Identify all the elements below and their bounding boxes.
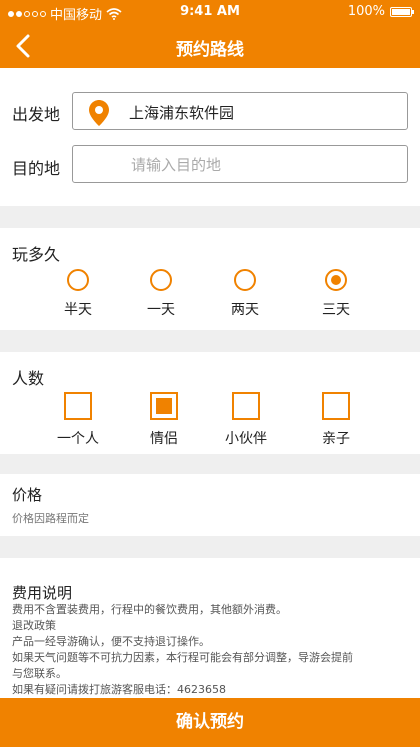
people-option-friends[interactable]: 小伙伴 [216,392,276,448]
checkbox-checked[interactable] [150,392,178,420]
people-section: 人数 一个人 情侣 小伙伴 亲子 [0,352,420,454]
people-option-label: 一个人 [57,431,99,447]
people-option-family[interactable]: 亲子 [306,392,366,448]
duration-option-two-days[interactable]: 两天 [215,269,275,319]
fee-description: 费用不含置装费用，行程中的餐饮费用，其他额外消费。 退改政策 产品一经导游确认，… [12,602,412,698]
radio-button[interactable] [150,269,172,291]
duration-option-label: 两天 [231,302,259,318]
duration-option-label: 一天 [147,302,175,318]
confirm-booking-button[interactable]: 确认预约 [0,698,420,747]
price-note: 价格因路程而定 [12,512,89,525]
origin-value: 上海浦东软件园 [129,104,235,122]
checkbox[interactable] [322,392,350,420]
route-section: 出发地 上海浦东软件园 目的地 [0,68,420,206]
origin-field[interactable]: 上海浦东软件园 [72,92,408,130]
battery-percent: 100% [347,4,385,19]
navigation-bar: 预约路线 [0,24,420,68]
destination-field[interactable] [72,145,408,183]
fee-line: 费用不含置装费用，行程中的餐饮费用，其他额外消费。 [12,603,287,616]
people-option-label: 亲子 [322,431,350,447]
fee-line: 如果有疑问请拨打旅游客服电话：4623658 [12,683,226,696]
fee-line: 与您联系。 [12,667,67,680]
fee-line: 产品一经导游确认，便不支持退订操作。 [12,635,210,648]
origin-label: 出发地 [12,105,61,124]
people-option-single[interactable]: 一个人 [48,392,108,448]
checkbox[interactable] [64,392,92,420]
duration-title: 玩多久 [12,245,61,264]
location-pin-icon [89,100,109,126]
page-title: 预约路线 [176,40,244,60]
fee-section: 费用说明 费用不含置装费用，行程中的餐饮费用，其他额外消费。 退改政策 产品一经… [0,558,420,698]
destination-input[interactable] [129,152,393,178]
price-section: 价格 价格因路程而定 [0,474,420,536]
duration-option-one-day[interactable]: 一天 [131,269,191,319]
fee-title: 费用说明 [12,584,73,602]
status-right: 100% [347,4,414,19]
fee-line: 如果天气问题等不可抗力因素，本行程可能会有部分调整，导游会提前 [12,651,353,664]
radio-button-selected[interactable] [325,269,347,291]
price-title: 价格 [12,486,43,504]
people-title: 人数 [12,369,45,388]
checkbox[interactable] [232,392,260,420]
duration-option-three-days[interactable]: 三天 [306,269,366,319]
radio-button[interactable] [234,269,256,291]
status-bar: 中国移动 9:41 AM 100% [0,0,420,24]
duration-section: 玩多久 半天 一天 两天 三天 [0,228,420,330]
radio-button[interactable] [67,269,89,291]
duration-option-label: 三天 [322,302,350,318]
fee-line: 退改政策 [12,619,56,632]
duration-option-half-day[interactable]: 半天 [48,269,108,319]
battery-icon [390,6,414,17]
duration-option-label: 半天 [64,302,92,318]
people-option-label: 小伙伴 [225,431,267,447]
destination-label: 目的地 [12,159,61,178]
people-option-couple[interactable]: 情侣 [134,392,194,448]
people-option-label: 情侣 [150,431,178,447]
